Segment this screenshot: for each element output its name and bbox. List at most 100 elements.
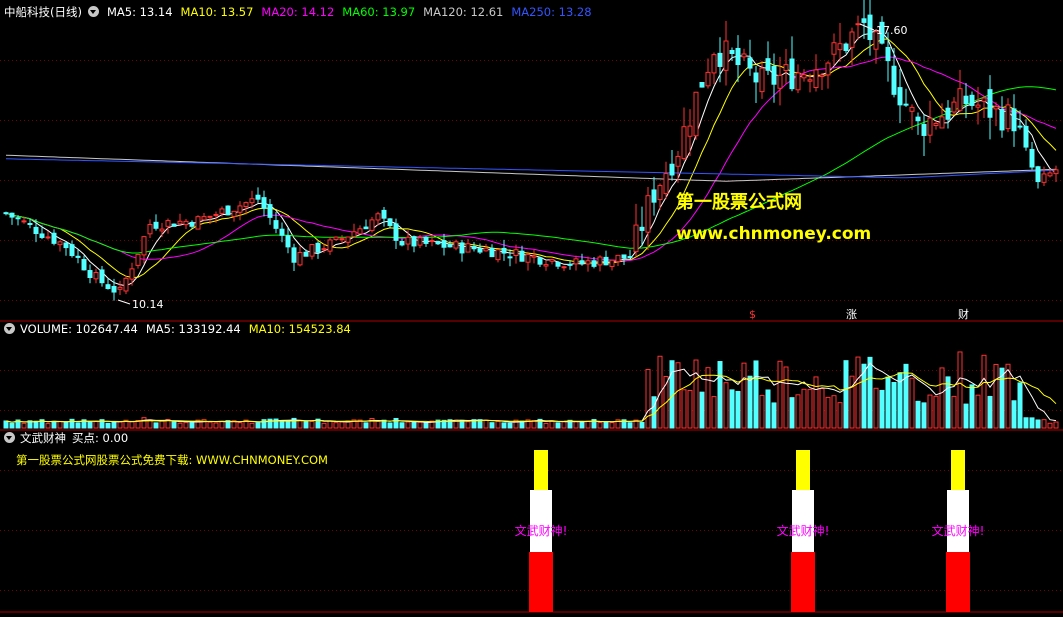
candle-body — [951, 101, 957, 113]
candle-body — [219, 208, 225, 214]
volume-bar — [285, 421, 291, 429]
candle-body — [93, 272, 99, 280]
ma-item-3: MA60: 13.97 — [342, 5, 416, 19]
candle-body — [723, 40, 729, 71]
candle-body — [1035, 166, 1041, 183]
candle — [645, 186, 651, 251]
volume-bar — [801, 388, 807, 429]
volume-bar — [693, 359, 699, 429]
candle — [795, 64, 801, 94]
volume-bar — [483, 419, 489, 429]
volume-bar — [687, 389, 693, 429]
event-marker-cai[interactable]: 财 — [958, 307, 969, 321]
indicator-signals[interactable]: 文武财神! 文武财神! 文武财神! — [515, 450, 985, 612]
volume-bar — [1041, 419, 1047, 429]
indicator-title[interactable]: 文武财神 — [20, 431, 66, 445]
watermark-title: 第一股票公式网 — [676, 192, 802, 213]
candle — [165, 218, 171, 234]
volume-bar — [141, 417, 147, 429]
candle-body — [801, 74, 807, 79]
volume-bar — [183, 422, 189, 429]
candle — [57, 240, 63, 252]
stock-name[interactable]: 中船科技(日线) — [4, 5, 82, 19]
candle-body — [291, 247, 297, 263]
candle-body — [327, 239, 333, 252]
candle-body — [1047, 172, 1053, 177]
candle-body — [315, 242, 321, 253]
volume-bar — [759, 394, 765, 429]
candle — [33, 219, 39, 243]
volume-bar — [933, 395, 939, 429]
candle-body — [999, 108, 1005, 131]
event-marker-s[interactable]: $ — [749, 308, 756, 321]
candle-body — [405, 236, 411, 245]
candle-body — [699, 82, 705, 88]
volume-bar — [129, 420, 135, 429]
candle — [891, 47, 897, 98]
candle-body — [915, 116, 921, 122]
volume-bar — [423, 422, 429, 429]
volume-bar — [603, 421, 609, 429]
dropdown-icon[interactable] — [87, 6, 99, 17]
candle-body — [729, 50, 735, 55]
candle-body — [345, 236, 351, 243]
volume-bar — [159, 420, 165, 429]
candle — [99, 265, 105, 287]
candle — [405, 230, 411, 251]
stock-chart-canvas[interactable]: 文武财神! 文武财神! 文武财神! 17.60 10.14 $ 涨 财 — [0, 0, 1063, 617]
candle — [669, 150, 675, 181]
ma-item-4: MA120: 12.61 — [423, 5, 504, 19]
candle-body — [513, 249, 519, 256]
dropdown-icon[interactable] — [4, 432, 15, 443]
volume-bar — [669, 360, 675, 429]
volume-bar — [489, 422, 495, 429]
candle-body — [957, 88, 963, 111]
candle-body — [231, 210, 237, 217]
volume-bars[interactable] — [3, 351, 1059, 429]
candle-body — [657, 185, 663, 201]
candle — [861, 0, 867, 39]
candle — [837, 22, 843, 62]
candle — [9, 212, 15, 225]
volume-bar — [297, 420, 303, 429]
candle-body — [453, 241, 459, 249]
candle — [999, 96, 1005, 138]
candle — [951, 97, 957, 116]
candle-body — [585, 260, 591, 265]
candle — [825, 61, 831, 89]
volume-ma5: MA5: 133192.44 — [145, 322, 241, 336]
candle-body — [285, 235, 291, 248]
volume-bar — [891, 381, 897, 429]
volume-bar — [1047, 422, 1053, 429]
candle — [699, 82, 705, 88]
buy-point-value: 买点: 0.00 — [72, 431, 129, 445]
candle-body — [819, 74, 825, 78]
volume-bar — [237, 422, 243, 429]
candle — [447, 240, 453, 248]
volume-bar — [495, 421, 501, 429]
event-marker-zhang[interactable]: 涨 — [846, 308, 857, 321]
candle-body — [609, 259, 615, 267]
candle — [399, 238, 405, 247]
candle — [753, 65, 759, 103]
volume-bar — [675, 362, 681, 429]
candle-body — [375, 213, 381, 221]
signal-bar-2: 文武财神! — [932, 450, 984, 612]
ma-item-1: MA10: 13.57 — [180, 5, 254, 19]
candle-body — [777, 74, 783, 89]
candle-body — [81, 259, 87, 271]
candle-body — [237, 205, 243, 213]
candle — [987, 75, 993, 140]
candle — [855, 15, 861, 40]
candle-body — [267, 204, 273, 218]
candle-body — [945, 107, 951, 120]
volume-bar — [813, 376, 819, 429]
candle-body — [663, 173, 669, 195]
volume-bar — [645, 369, 651, 429]
candle-body — [903, 103, 909, 106]
candle-body — [687, 125, 693, 137]
candle — [735, 35, 741, 83]
candle — [183, 218, 189, 229]
candle — [459, 239, 465, 262]
dropdown-icon[interactable] — [4, 323, 15, 334]
